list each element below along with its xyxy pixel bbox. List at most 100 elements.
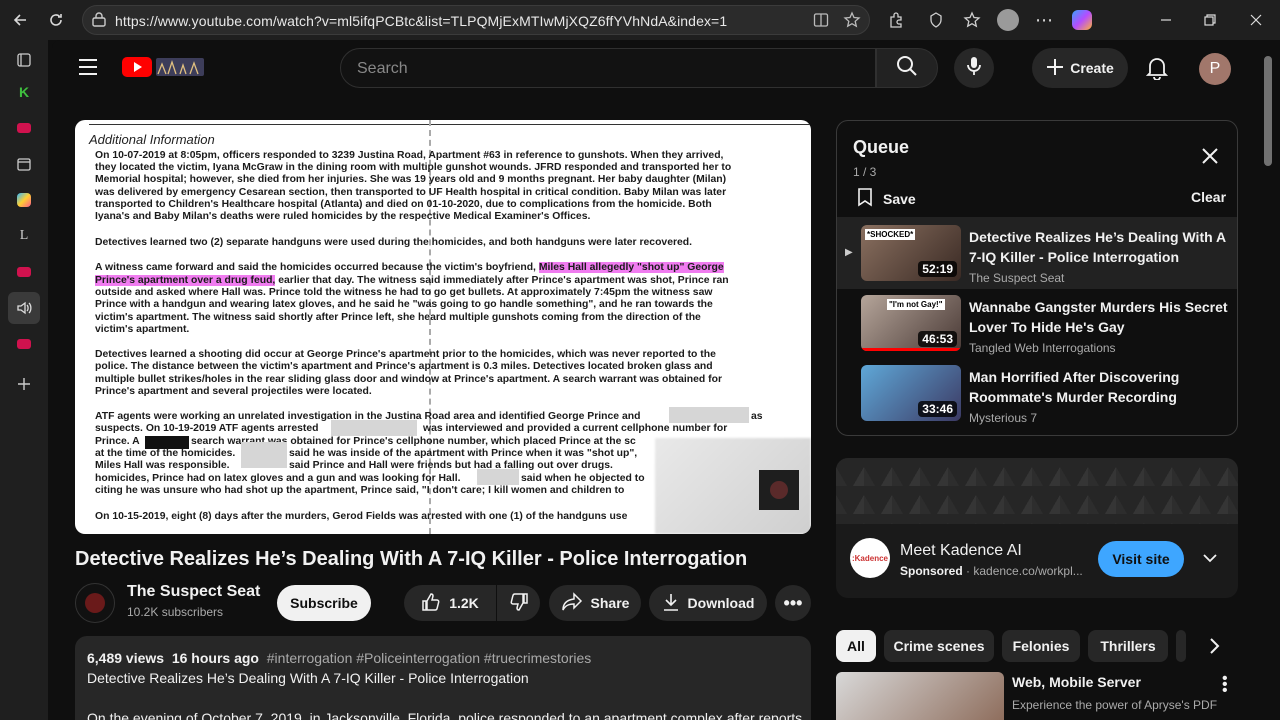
more-actions-button[interactable]: •••	[775, 585, 811, 621]
browser-sidebar: K L	[0, 40, 48, 720]
queue-item[interactable]: 33:46 Man Horrified After Discovering Ro…	[837, 365, 1237, 431]
doc-line: On 10-07-2019 at 8:05pm, officers respon…	[95, 150, 724, 161]
video-title: Detective Realizes He’s Dealing With A 7…	[75, 548, 748, 570]
chip-crime-scenes[interactable]: Crime scenes	[884, 630, 994, 662]
k-app-icon[interactable]: K	[12, 80, 36, 104]
chip-felonies[interactable]: Felonies	[1002, 630, 1080, 662]
add-tab-icon[interactable]	[12, 372, 36, 396]
reload-icon[interactable]	[44, 8, 68, 32]
doc-line: suspects. On 10-19-2019 ATF agents arres…	[95, 423, 319, 434]
youtube-tab-icon[interactable]	[12, 116, 36, 140]
queue-panel: Queue 1 / 3 Save Clear ▶ *SHOCKED* 52:19…	[836, 120, 1238, 436]
copilot-icon[interactable]	[1070, 8, 1094, 32]
close-window-icon[interactable]	[1244, 8, 1268, 32]
youtube-tab-icon-3[interactable]	[12, 332, 36, 356]
more-options-icon[interactable]: ⋯	[1032, 8, 1056, 32]
doc-line: Detectives learned a shooting did occur …	[95, 349, 716, 360]
dislike-button[interactable]	[497, 585, 540, 621]
redaction-blur	[241, 442, 287, 468]
channel-avatar[interactable]	[75, 583, 115, 623]
doc-line: outside and asked where Hall was. Prince…	[95, 287, 713, 298]
menu-icon[interactable]	[78, 58, 98, 81]
search-button[interactable]	[876, 48, 938, 88]
description-box[interactable]: 6,489 views 16 hours ago #interrogation …	[75, 636, 811, 720]
search-icon	[896, 55, 918, 82]
doc-line: victim's apartment.	[95, 324, 190, 335]
tab-actions-icon[interactable]	[12, 48, 36, 72]
notifications-bell-icon[interactable]	[1145, 56, 1169, 85]
page-scrollbar[interactable]	[1264, 56, 1272, 166]
search-input[interactable]: Search	[340, 48, 876, 88]
highlighted-text: Miles Hall allegedly "shot up" George	[538, 262, 724, 273]
doc-line: said he was inside of the apartment with…	[289, 448, 638, 459]
chevron-down-icon[interactable]	[1202, 550, 1218, 571]
visit-site-button[interactable]: Visit site	[1098, 541, 1184, 577]
share-icon	[561, 591, 583, 615]
close-queue-icon[interactable]	[1201, 147, 1219, 170]
redaction-blur	[477, 469, 519, 485]
recommendation-item[interactable]: Web, Mobile Server Experience the power …	[836, 671, 1256, 720]
youtube-header: Search Create P	[52, 40, 1262, 96]
doc-line: as	[751, 411, 763, 422]
chip-all[interactable]: All	[836, 630, 876, 662]
queue-item-channel: Mysterious 7	[969, 411, 1038, 425]
filter-chips: All Crime scenes Felonies Thrillers	[836, 630, 1256, 662]
save-queue-button[interactable]: Save	[857, 187, 916, 210]
chevron-right-icon[interactable]	[1206, 637, 1222, 660]
channel-name[interactable]: The Suspect Seat	[127, 583, 260, 601]
thumbnail-caption: *SHOCKED*	[865, 229, 916, 240]
queue-item[interactable]: ▶ *SHOCKED* 52:19 Detective Realizes He’…	[837, 225, 1237, 291]
download-label: Download	[687, 595, 755, 611]
queue-thumbnail: "I'm not Gay!" 46:53	[861, 295, 961, 351]
hashtags[interactable]: #interrogation #Policeinterrogation #tru…	[267, 650, 592, 666]
doc-line: multiple bullet strikes/holes in the rea…	[95, 374, 723, 385]
l-app-icon[interactable]: L	[12, 224, 36, 248]
sponsored-ad[interactable]: :Kadence Meet Kadence AI Sponsored · kad…	[836, 458, 1238, 598]
account-avatar[interactable]: P	[1199, 53, 1231, 85]
subscribe-button[interactable]: Subscribe	[277, 585, 371, 621]
chip-thrillers[interactable]: Thrillers	[1088, 630, 1168, 662]
browser-essentials-icon[interactable]	[924, 8, 948, 32]
favorite-star-icon[interactable]	[843, 11, 861, 34]
restore-icon[interactable]	[1198, 8, 1222, 32]
save-label: Save	[883, 190, 916, 207]
doc-line: victim's apartment. The witness said sho…	[95, 312, 701, 323]
doc-line: Detectives learned two (2) separate hand…	[95, 237, 693, 248]
site-info-icon[interactable]	[91, 12, 107, 33]
like-button[interactable]: 1.2K	[404, 585, 496, 621]
create-button[interactable]: Create	[1032, 48, 1128, 88]
back-icon[interactable]	[8, 8, 32, 32]
doc-line: Prince's apartment and several projectil…	[95, 386, 372, 397]
ad-domain: kadence.co/workpl...	[973, 564, 1083, 578]
more-horizontal-icon: •••	[783, 592, 803, 613]
audio-tab-icon[interactable]	[8, 292, 40, 324]
document-heading: Additional Information	[89, 132, 215, 147]
channel-row: The Suspect Seat 10.2K subscribers Subsc…	[75, 583, 815, 623]
share-button[interactable]: Share	[549, 585, 641, 621]
minimize-icon[interactable]	[1154, 8, 1178, 32]
doc-line: Prince's apartment over a drug feud, ear…	[95, 275, 729, 287]
upload-age: 16 hours ago	[171, 650, 259, 666]
favorites-icon[interactable]	[960, 8, 984, 32]
calendar-icon[interactable]	[12, 152, 36, 176]
description-text: On the evening of October 7, 2019, in Ja…	[87, 710, 803, 720]
more-vertical-icon[interactable]: • • •	[1222, 671, 1228, 699]
doc-line: transported to Children's Healthcare hos…	[95, 199, 712, 210]
split-screen-icon[interactable]	[813, 12, 829, 33]
queue-thumbnail: 33:46	[861, 365, 961, 421]
voice-search-button[interactable]	[954, 48, 994, 88]
video-player[interactable]: Additional Information On 10-07-2019 at …	[75, 120, 811, 534]
highlighted-text: Prince's apartment over a drug feud,	[95, 275, 276, 286]
sponsored-label: Sponsored	[900, 564, 963, 578]
url-text: https://www.youtube.com/watch?v=ml5ifqPC…	[115, 13, 728, 29]
queue-item[interactable]: "I'm not Gay!" 46:53 Wannabe Gangster Mu…	[837, 295, 1237, 361]
chip-partial[interactable]	[1176, 630, 1186, 662]
butterfly-app-icon[interactable]	[12, 188, 36, 212]
profile-icon[interactable]	[996, 8, 1020, 32]
clear-queue-button[interactable]: Clear	[1191, 189, 1226, 205]
download-button[interactable]: Download	[649, 585, 767, 621]
youtube-tab-icon-2[interactable]	[12, 260, 36, 284]
youtube-logo[interactable]	[122, 54, 208, 85]
address-bar[interactable]: https://www.youtube.com/watch?v=ml5ifqPC…	[82, 5, 870, 35]
extensions-icon[interactable]	[884, 8, 908, 32]
